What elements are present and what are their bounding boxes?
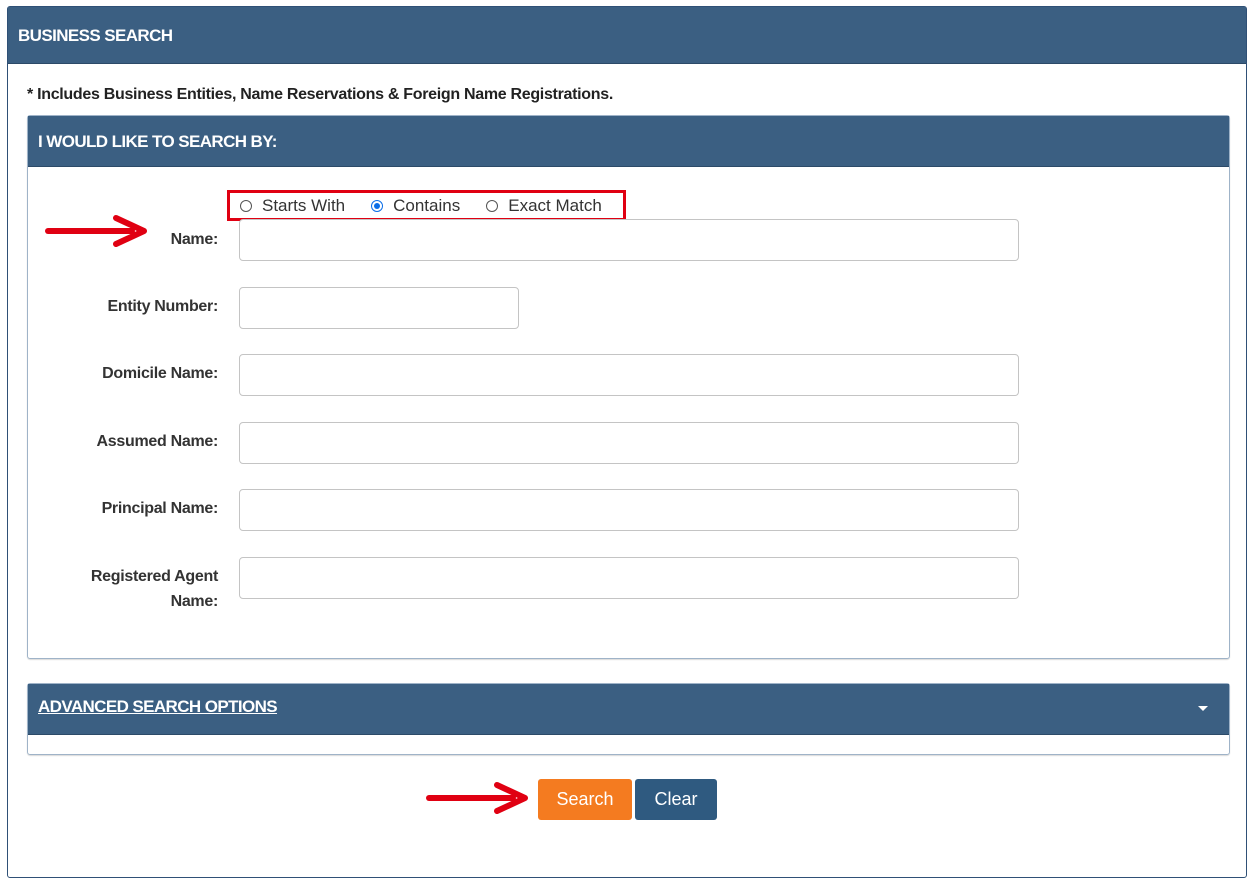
domicile-name-label: Domicile Name: xyxy=(102,365,218,382)
match-type-radio-group: Starts With Contains Exact Match xyxy=(227,190,626,221)
registered-agent-label-line2: Name: xyxy=(170,593,219,610)
entity-number-label: Entity Number: xyxy=(107,298,219,315)
registered-agent-name-label: Registered Agent Name: xyxy=(28,564,218,614)
search-button[interactable]: Search xyxy=(538,779,632,820)
domicile-name-input[interactable] xyxy=(239,354,1019,396)
entity-number-input[interactable] xyxy=(239,287,519,329)
business-search-panel: BUSINESS SEARCH * Includes Business Enti… xyxy=(7,6,1247,878)
radio-starts-with-circle[interactable] xyxy=(240,199,252,212)
search-by-panel: I WOULD LIKE TO SEARCH BY: Starts With C… xyxy=(27,115,1230,659)
assumed-name-label: Assumed Name: xyxy=(96,433,219,450)
radio-starts-with[interactable]: Starts With xyxy=(240,196,345,216)
caret-down-icon[interactable] xyxy=(1198,706,1208,711)
arrow-right-icon-name xyxy=(45,215,147,247)
radio-exact-match-label: Exact Match xyxy=(508,195,602,215)
advanced-search-header[interactable]: ADVANCED SEARCH OPTIONS xyxy=(28,684,1229,735)
principal-name-label: Principal Name: xyxy=(101,500,219,517)
registered-agent-label-line1: Registered Agent xyxy=(90,568,218,585)
radio-contains-label: Contains xyxy=(393,195,461,215)
includes-note: * Includes Business Entities, Name Reser… xyxy=(27,86,613,103)
clear-button[interactable]: Clear xyxy=(635,779,717,820)
radio-exact-match[interactable]: Exact Match xyxy=(486,196,602,216)
assumed-name-input[interactable] xyxy=(239,422,1019,464)
advanced-search-toggle-link[interactable]: ADVANCED SEARCH OPTIONS xyxy=(38,697,278,717)
registered-agent-name-input[interactable] xyxy=(239,557,1019,599)
name-input[interactable] xyxy=(239,219,1019,261)
page-title: BUSINESS SEARCH xyxy=(8,7,1246,64)
radio-contains-circle[interactable] xyxy=(371,199,384,212)
radio-contains[interactable]: Contains xyxy=(371,196,460,216)
radio-starts-with-label: Starts With xyxy=(262,195,346,215)
arrow-right-icon-search xyxy=(426,782,528,814)
advanced-search-panel: ADVANCED SEARCH OPTIONS xyxy=(27,683,1230,755)
radio-exact-match-circle[interactable] xyxy=(486,199,499,212)
search-by-title: I WOULD LIKE TO SEARCH BY: xyxy=(28,116,1229,167)
principal-name-input[interactable] xyxy=(239,489,1019,531)
